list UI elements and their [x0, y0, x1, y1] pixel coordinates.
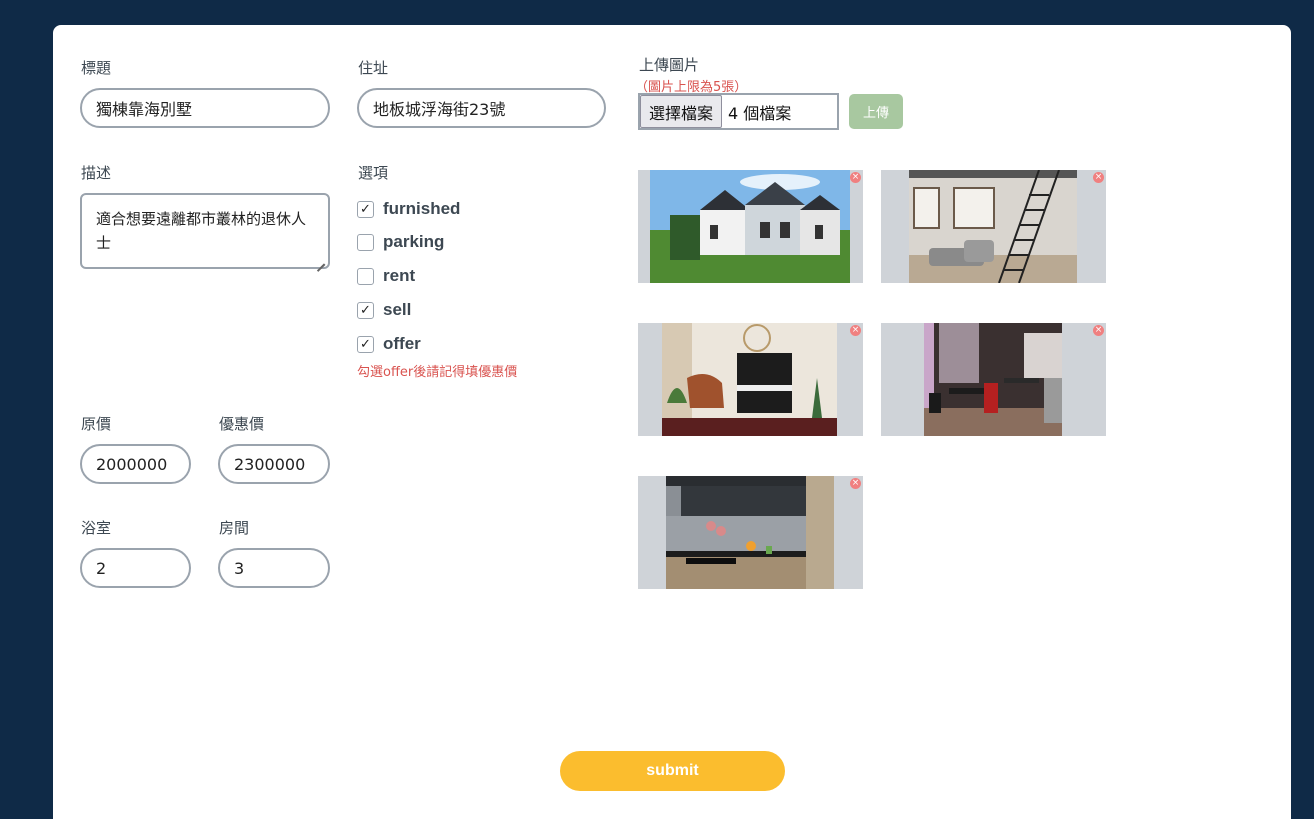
- house-exterior-image: [650, 170, 850, 283]
- choose-file-button[interactable]: 選擇檔案: [640, 95, 723, 128]
- checkbox-rent[interactable]: [357, 267, 374, 285]
- checkbox-offer[interactable]: ✓: [357, 335, 374, 353]
- checkbox-sell[interactable]: ✓: [357, 301, 374, 319]
- option-label: sell: [383, 300, 412, 319]
- upload-label: 上傳圖片: [639, 56, 700, 74]
- option-label: parking: [383, 232, 445, 251]
- loft-living-room-image: [909, 170, 1077, 283]
- image-thumb-piano: ×: [638, 323, 863, 436]
- remove-image-icon[interactable]: ×: [1093, 172, 1104, 183]
- description-text: 適合想要遠離都市叢林的退休人士: [96, 210, 307, 252]
- option-offer[interactable]: ✓ offer: [357, 333, 421, 355]
- kitchen-image: [666, 476, 834, 589]
- bathrooms-input[interactable]: 2: [80, 548, 191, 588]
- offer-note: 勾選offer後請記得填優惠價: [357, 365, 518, 380]
- checkbox-furnished[interactable]: ✓: [357, 200, 374, 218]
- address-label: 住址: [358, 59, 389, 77]
- option-label: rent: [383, 266, 416, 285]
- resize-handle-icon[interactable]: [315, 254, 325, 264]
- description-textarea[interactable]: 適合想要遠離都市叢林的退休人士: [80, 193, 330, 269]
- title-input[interactable]: 獨棟靠海別墅: [80, 88, 330, 128]
- original-price-input[interactable]: 2000000: [80, 444, 191, 484]
- option-furnished[interactable]: ✓ furnished: [357, 198, 460, 220]
- bathrooms-label: 浴室: [81, 519, 112, 537]
- dining-room-image: [924, 323, 1062, 436]
- remove-image-icon[interactable]: ×: [850, 478, 861, 489]
- image-thumb-loft: ×: [881, 170, 1106, 283]
- file-input[interactable]: 選擇檔案 4 個檔案: [638, 93, 839, 130]
- rooms-label: 房間: [219, 519, 250, 537]
- discount-price-input[interactable]: 2300000: [218, 444, 330, 484]
- image-thumb-house: ×: [638, 170, 863, 283]
- option-parking[interactable]: parking: [357, 231, 444, 253]
- rooms-input[interactable]: 3: [218, 548, 330, 588]
- check-icon: ✓: [360, 201, 371, 217]
- discount-price-label: 優惠價: [219, 415, 265, 433]
- submit-button[interactable]: submit: [560, 751, 785, 791]
- original-price-label: 原價: [81, 415, 112, 433]
- checkbox-parking[interactable]: [357, 233, 374, 251]
- remove-image-icon[interactable]: ×: [850, 172, 861, 183]
- remove-image-icon[interactable]: ×: [850, 325, 861, 336]
- remove-image-icon[interactable]: ×: [1093, 325, 1104, 336]
- check-icon: ✓: [360, 302, 371, 318]
- file-count-text: 4 個檔案: [728, 103, 792, 123]
- check-icon: ✓: [360, 336, 371, 352]
- options-label: 選項: [358, 164, 389, 182]
- option-rent[interactable]: rent: [357, 265, 415, 287]
- option-sell[interactable]: ✓ sell: [357, 299, 411, 321]
- description-label: 描述: [81, 164, 112, 182]
- image-thumb-dining: ×: [881, 323, 1106, 436]
- listing-form-card: 標題 獨棟靠海別墅 住址 地板城浮海街23號 描述 適合想要遠離都市叢林的退休人…: [53, 25, 1291, 819]
- piano-room-image: [662, 323, 837, 436]
- option-label: furnished: [383, 199, 461, 218]
- upload-button[interactable]: 上傳: [849, 94, 903, 129]
- title-label: 標題: [81, 59, 112, 77]
- address-input[interactable]: 地板城浮海街23號: [357, 88, 606, 128]
- option-label: offer: [383, 334, 421, 353]
- image-thumb-kitchen: ×: [638, 476, 863, 589]
